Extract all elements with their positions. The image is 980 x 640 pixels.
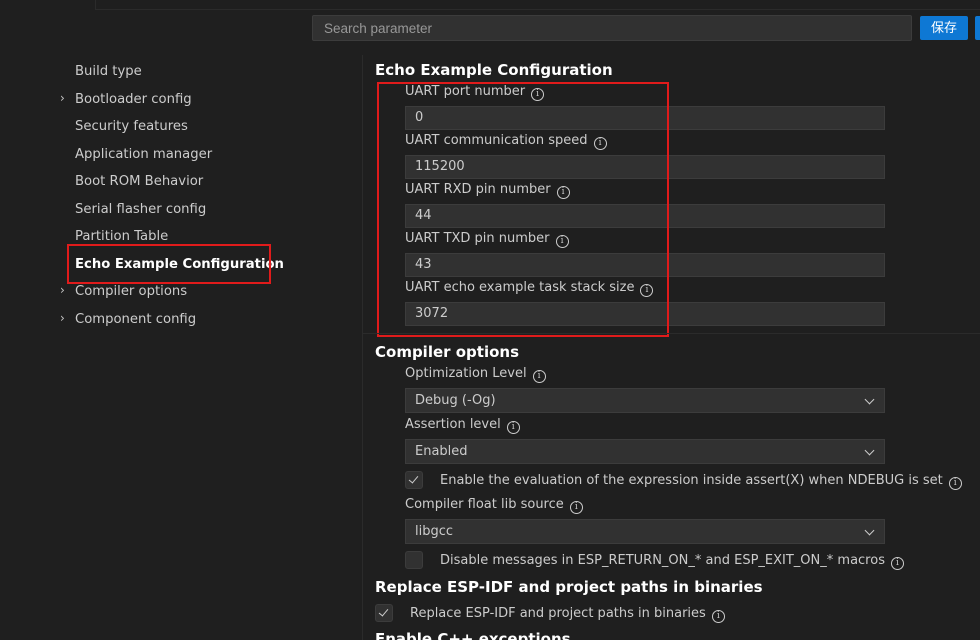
sidebar-item-component-config[interactable]: Component config <box>75 312 196 327</box>
section-title-cpp-exceptions: Enable C++ exceptions <box>375 630 571 640</box>
checkbox-label: Replace ESP-IDF and project paths in bin… <box>410 606 725 623</box>
info-icon[interactable]: i <box>711 610 725 623</box>
info-icon[interactable]: i <box>506 421 520 434</box>
secondary-button[interactable] <box>975 16 980 40</box>
section-title-replace-paths: Replace ESP-IDF and project paths in bin… <box>375 578 763 596</box>
section-title-echo: Echo Example Configuration <box>375 61 613 79</box>
field-label: Compiler float lib source i <box>405 497 583 514</box>
float-lib-source-select[interactable]: libgcc <box>405 519 885 544</box>
chevron-right-icon[interactable]: › <box>60 311 65 325</box>
info-icon[interactable]: i <box>569 501 583 514</box>
sidebar-item-security-features[interactable]: Security features <box>75 119 188 134</box>
section-title-compiler: Compiler options <box>375 343 520 361</box>
info-icon[interactable]: i <box>890 557 904 570</box>
sidebar-item-compiler-options[interactable]: Compiler options <box>75 284 187 299</box>
editor-tab-strip <box>95 0 980 10</box>
highlight-box <box>67 244 271 284</box>
info-icon[interactable]: i <box>532 370 546 383</box>
sidebar-item-bootloader-config[interactable]: Bootloader config <box>75 92 192 107</box>
chevron-down-icon <box>864 394 875 405</box>
save-button[interactable]: 保存 <box>920 16 968 40</box>
chevron-down-icon <box>864 445 875 456</box>
checkbox-label: Disable messages in ESP_RETURN_ON_* and … <box>440 553 904 570</box>
checkmark-icon <box>408 473 419 484</box>
checkmark-icon <box>378 606 389 617</box>
sidebar-item-boot-rom-behavior[interactable]: Boot ROM Behavior <box>75 174 203 189</box>
assertion-level-select[interactable]: Enabled <box>405 439 885 464</box>
checkbox-label: Enable the evaluation of the expression … <box>440 473 962 490</box>
chevron-right-icon[interactable]: › <box>60 283 65 297</box>
sidebar-item-partition-table[interactable]: Partition Table <box>75 229 168 244</box>
assert-eval-checkbox[interactable] <box>405 471 423 489</box>
chevron-right-icon[interactable]: › <box>60 91 65 105</box>
section-divider <box>362 333 980 334</box>
field-label: Optimization Level i <box>405 366 546 383</box>
highlight-box <box>377 82 669 337</box>
disable-messages-checkbox[interactable] <box>405 551 423 569</box>
optimization-level-select[interactable]: Debug (-Og) <box>405 388 885 413</box>
sidebar-item-build-type[interactable]: Build type <box>75 64 142 79</box>
info-icon[interactable]: i <box>948 477 962 490</box>
sidebar-divider <box>362 55 363 640</box>
search-input[interactable] <box>312 15 912 41</box>
sidebar-item-application-manager[interactable]: Application manager <box>75 147 212 162</box>
field-label: Assertion level i <box>405 417 520 434</box>
chevron-down-icon <box>864 525 875 536</box>
replace-paths-checkbox[interactable] <box>375 604 393 622</box>
sidebar-item-serial-flasher-config[interactable]: Serial flasher config <box>75 202 206 217</box>
